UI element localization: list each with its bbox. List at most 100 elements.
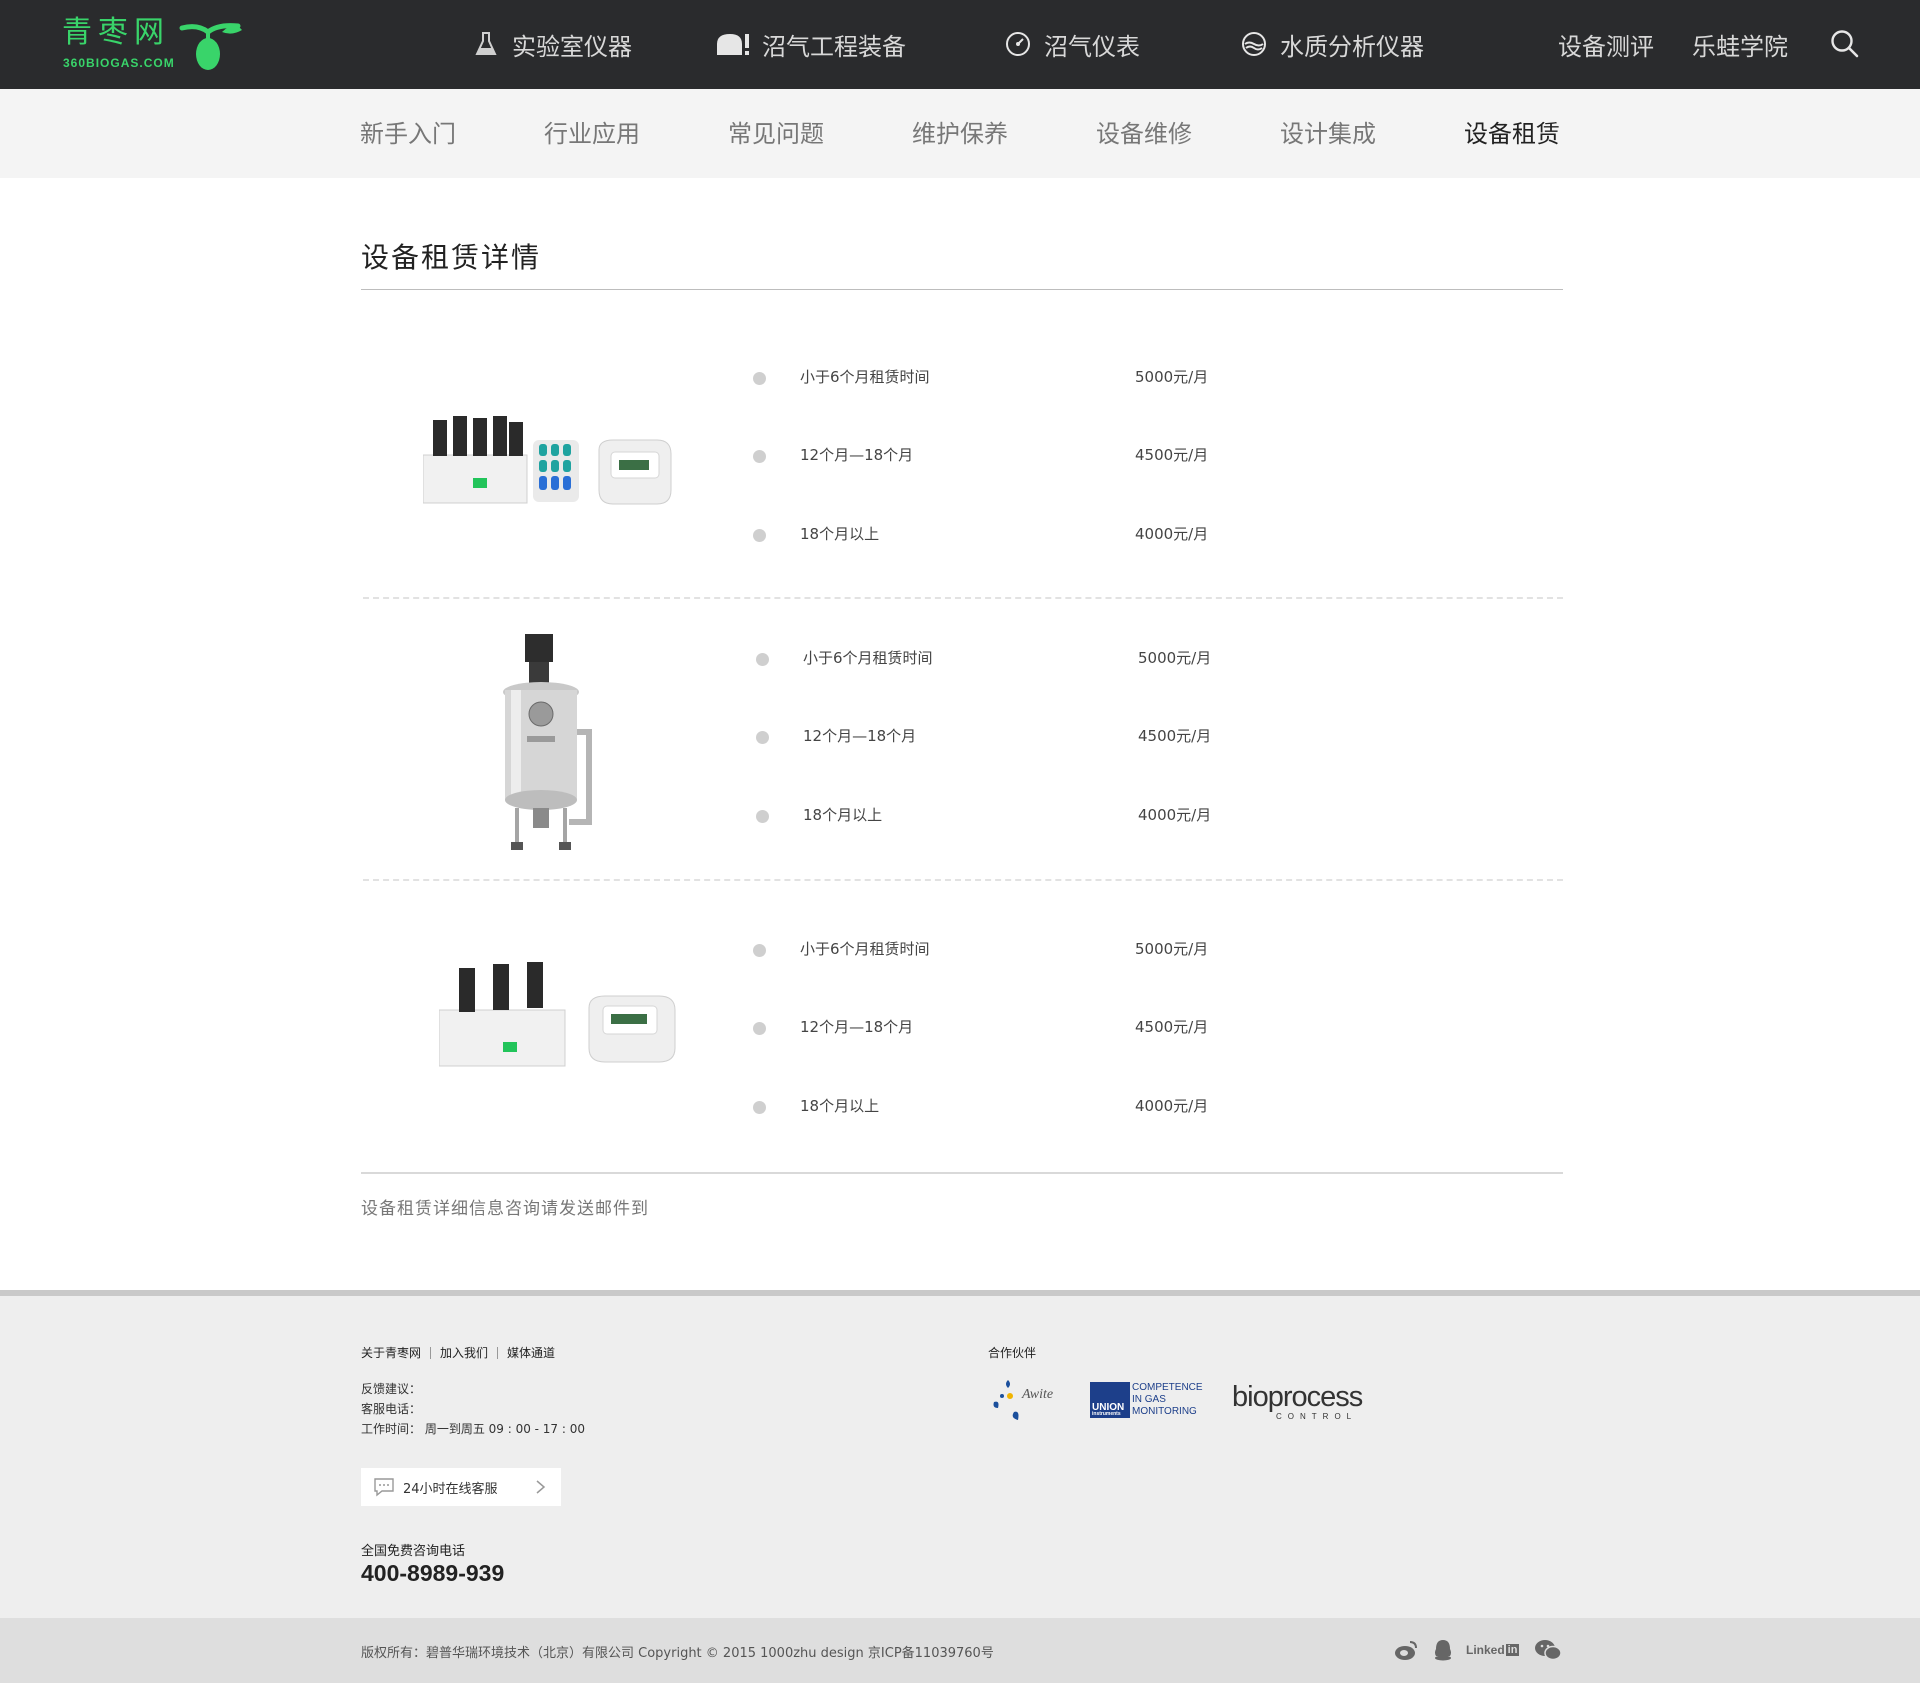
nav-academy[interactable]: 乐蛙学院: [1692, 26, 1788, 62]
bullet-dot: [753, 1101, 766, 1114]
footer-link-about[interactable]: 关于青枣网: [361, 1344, 421, 1361]
rental-price: 4000元/月: [1138, 806, 1212, 824]
jujube-logo-icon: [179, 23, 242, 70]
copyright-text: 版权所有：碧普华瑞环境技术（北京）有限公司 Copyright © 2015 1…: [361, 1646, 994, 1661]
flask-icon: [472, 30, 500, 58]
bioprocess-logo-subtext: CONTROL: [1276, 1412, 1358, 1421]
rental-price: 4000元/月: [1135, 525, 1209, 543]
nav-water-analysis[interactable]: 水质分析仪器: [1240, 26, 1424, 62]
rental-price: 4500元/月: [1138, 727, 1212, 745]
awite-logo-text: Awite: [1021, 1387, 1053, 1402]
rate-row: 小于6个月租赁时间 5000元/月: [753, 366, 1453, 390]
rental-period: 小于6个月租赁时间: [800, 940, 930, 958]
link-separator: [497, 1346, 499, 1359]
bullet-dot: [753, 529, 766, 542]
partners-title: 合作伙伴: [988, 1346, 1037, 1360]
page-title: 设备租赁详情: [361, 241, 542, 274]
rental-period: 18个月以上: [800, 525, 880, 543]
rate-row: 12个月—18个月 4500元/月: [753, 1016, 1453, 1040]
rental-period: 小于6个月租赁时间: [800, 368, 930, 386]
rental-product-3: 小于6个月租赁时间 5000元/月 12个月—18个月 4500元/月 18个月…: [361, 900, 1563, 1160]
logo-text: 青枣网: [62, 15, 170, 50]
online-service-label: 24小时在线客服: [403, 1481, 498, 1497]
rental-price: 4000元/月: [1135, 1097, 1209, 1115]
tab-repair[interactable]: 设备维修: [1096, 117, 1192, 151]
online-service-button[interactable]: 24小时在线客服: [361, 1468, 561, 1506]
water-icon: [1240, 30, 1268, 58]
rental-product-2: 小于6个月租赁时间 5000元/月 12个月—18个月 4500元/月 18个月…: [361, 612, 1563, 880]
bullet-dot: [753, 944, 766, 957]
tab-faq[interactable]: 常见问题: [728, 117, 824, 151]
tab-getting-started[interactable]: 新手入门: [360, 117, 456, 151]
product-image-multi-reactor[interactable]: [423, 410, 679, 510]
rate-row: 小于6个月租赁时间 5000元/月: [756, 647, 1456, 671]
rate-row: 12个月—18个月 4500元/月: [753, 444, 1453, 468]
linkedin-icon[interactable]: Linked in: [1466, 1638, 1520, 1662]
union-logo-box: UNION instruments: [1090, 1382, 1130, 1418]
tab-design-integration[interactable]: 设计集成: [1280, 117, 1376, 151]
gauge-icon: [1004, 30, 1032, 58]
rental-period: 18个月以上: [800, 1097, 880, 1115]
bullet-dot: [753, 372, 766, 385]
product-image-three-reactor[interactable]: [439, 958, 679, 1074]
tab-equipment-rental[interactable]: 设备租赁: [1464, 117, 1560, 151]
link-separator: [430, 1346, 432, 1359]
product-divider: [363, 879, 1563, 881]
title-divider: [361, 289, 1563, 290]
rate-row: 18个月以上 4000元/月: [753, 523, 1453, 547]
site-logo[interactable]: 青枣网 360BIOGAS.COM: [60, 14, 260, 74]
rental-price: 5000元/月: [1135, 368, 1209, 386]
top-header: 青枣网 360BIOGAS.COM 实验室仪器 沼气工程装备 沼气仪表 水质分析…: [0, 0, 1920, 89]
footer-link-join[interactable]: 加入我们: [440, 1344, 488, 1361]
bullet-dot: [753, 450, 766, 463]
partner-logo-awite[interactable]: Awite: [988, 1374, 1068, 1426]
wechat-icon[interactable]: [1534, 1638, 1562, 1662]
bullet-dot: [753, 1022, 766, 1035]
tank-icon: [716, 30, 750, 58]
content-divider: [361, 1172, 1563, 1174]
bullet-dot: [756, 653, 769, 666]
contact-note: 设备租赁详细信息咨询请发送邮件到: [361, 1199, 649, 1219]
qq-icon[interactable]: [1432, 1638, 1454, 1662]
footer-links: 关于青枣网 加入我们 媒体通道: [361, 1344, 555, 1361]
footer-link-media[interactable]: 媒体通道: [507, 1344, 555, 1361]
rental-product-1: 小于6个月租赁时间 5000元/月 12个月—18个月 4500元/月 18个月…: [361, 330, 1563, 590]
product-image-fermenter[interactable]: [499, 632, 603, 856]
bullet-dot: [756, 810, 769, 823]
nav-lab-instruments[interactable]: 实验室仪器: [472, 26, 632, 62]
product-divider: [363, 597, 1563, 599]
rate-row: 12个月—18个月 4500元/月: [756, 725, 1456, 749]
rental-price: 4500元/月: [1135, 1018, 1209, 1036]
rental-price: 5000元/月: [1138, 649, 1212, 667]
bullet-dot: [756, 731, 769, 744]
sub-navigation: 新手入门 行业应用 常见问题 维护保养 设备维修 设计集成 设备租赁: [0, 89, 1920, 178]
rate-row: 18个月以上 4000元/月: [753, 1095, 1453, 1119]
hotline-number[interactable]: 400-8989-939: [361, 1560, 504, 1587]
union-tagline: COMPETENCE IN GAS MONITORING: [1132, 1382, 1203, 1417]
rental-price: 4500元/月: [1135, 446, 1209, 464]
nav-device-review[interactable]: 设备测评: [1558, 26, 1654, 62]
rental-period: 12个月—18个月: [800, 446, 914, 464]
nav-biogas-equipment[interactable]: 沼气工程装备: [716, 26, 906, 62]
tab-maintenance[interactable]: 维护保养: [912, 117, 1008, 151]
partner-logo-bioprocess[interactable]: bioprocess CONTROL: [1232, 1382, 1372, 1422]
footer: 关于青枣网 加入我们 媒体通道 反馈建议： 客服电话： 工作时间： 周一到周五 …: [0, 1290, 1920, 1618]
service-phone-label: 客服电话：: [361, 1402, 422, 1416]
rental-price: 5000元/月: [1135, 940, 1209, 958]
search-icon[interactable]: [1830, 29, 1860, 59]
hotline-label: 全国免费咨询电话: [361, 1544, 466, 1559]
rental-period: 18个月以上: [803, 806, 883, 824]
tab-industry-applications[interactable]: 行业应用: [544, 117, 640, 151]
rental-period: 12个月—18个月: [800, 1018, 914, 1036]
feedback-label: 反馈建议：: [361, 1382, 422, 1396]
nav-biogas-meters[interactable]: 沼气仪表: [1004, 26, 1140, 62]
chevron-right-icon: [536, 1480, 546, 1494]
awite-logo-icon: Awite: [993, 1380, 1053, 1420]
logo-domain: 360BIOGAS.COM: [63, 56, 175, 70]
partner-logo-union[interactable]: UNION instruments COMPETENCE IN GAS MONI…: [1090, 1382, 1210, 1422]
rental-period: 12个月—18个月: [803, 727, 917, 745]
chat-bubble-icon: [374, 1478, 394, 1497]
bioprocess-logo-text: bioprocess: [1232, 1381, 1363, 1413]
copyright-bar: 版权所有：碧普华瑞环境技术（北京）有限公司 Copyright © 2015 1…: [0, 1618, 1920, 1683]
weibo-icon[interactable]: [1394, 1638, 1420, 1662]
